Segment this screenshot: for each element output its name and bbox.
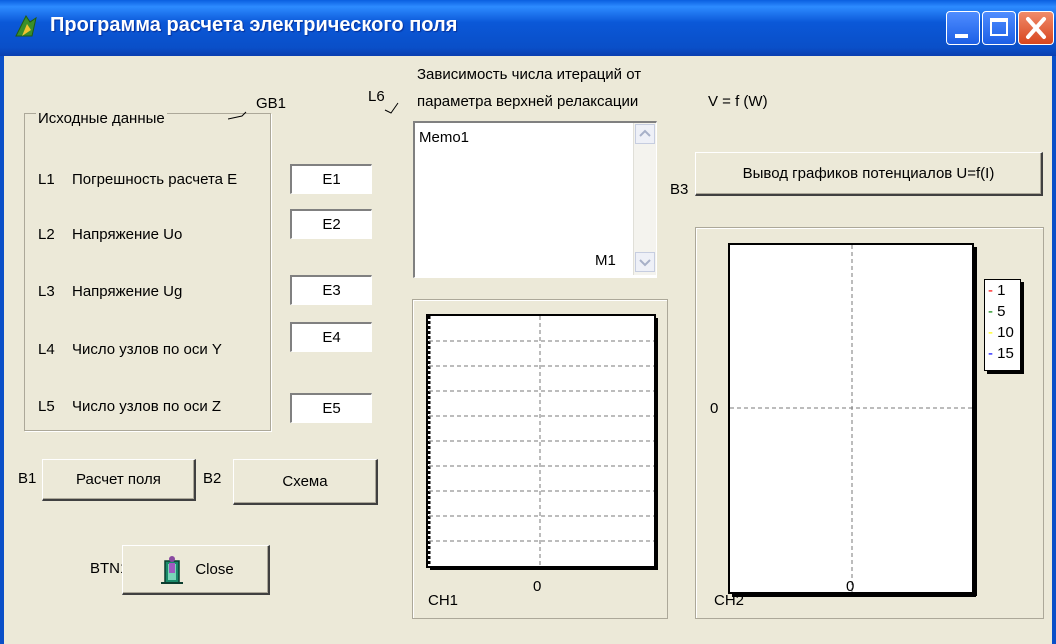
ch1-name: CH1 <box>428 592 459 609</box>
minimize-button[interactable] <box>946 11 980 45</box>
button-tag-b3: B3 <box>670 181 689 198</box>
legend-swatch: - <box>988 324 998 341</box>
field-label-ug: Напряжение Ug <box>72 283 183 300</box>
legend-swatch: - <box>988 345 998 362</box>
field-label-nodes-z: Число узлов по оси Z <box>72 398 222 415</box>
minimize-icon <box>955 34 968 38</box>
legend-swatch: - <box>988 303 998 320</box>
window-frame-right <box>1052 56 1056 644</box>
scheme-button[interactable]: Схема <box>233 459 378 505</box>
memo-text: Memo1 <box>419 129 470 146</box>
l6-line2: параметра верхней релаксации <box>417 93 639 110</box>
maximize-button[interactable] <box>982 11 1016 45</box>
l6-line1: Зависимость числа итераций от <box>417 66 642 83</box>
ch1-x-tick-label: 0 <box>533 578 542 595</box>
memo-scrollbar[interactable] <box>633 123 656 275</box>
ch2-legend: - 1- 5- 10- 15 <box>984 279 1021 371</box>
ch2-name: CH2 <box>714 592 745 609</box>
groupbox-tag: GB1 <box>256 95 287 112</box>
button-tag-b1: B1 <box>18 470 37 487</box>
chart-ch2 <box>728 243 977 597</box>
field-label-nodes-y: Число узлов по оси Y <box>72 341 222 358</box>
l6-tag-pointer <box>384 102 399 114</box>
groupbox-caption: Исходные данные <box>36 110 167 127</box>
plot-potentials-button[interactable]: Вывод графиков потенциалов U=f(I) <box>695 152 1043 196</box>
field-tag-l3: L3 <box>38 283 55 300</box>
close-window-button[interactable] <box>1018 11 1054 45</box>
calculate-field-button[interactable]: Расчет поля <box>42 459 196 501</box>
door-exit-icon <box>161 555 184 584</box>
maximize-icon <box>990 18 1008 36</box>
ug-input[interactable]: E3 <box>290 275 372 305</box>
legend-label: 5 <box>997 303 1006 320</box>
scroll-down-button[interactable] <box>635 252 655 272</box>
nodes-y-input[interactable]: E4 <box>290 322 372 352</box>
legend-item: - 10 <box>988 324 1014 341</box>
input-groupbox <box>24 113 271 431</box>
legend-item: - 1 <box>988 282 1006 299</box>
label-tag-l6: L6 <box>368 88 385 105</box>
field-tag-l5: L5 <box>38 398 55 415</box>
field-tag-l4: L4 <box>38 341 55 358</box>
calculate-field-button-label: Расчет поля <box>76 471 161 488</box>
groupbox-tag-pointer <box>228 111 247 120</box>
uo-input[interactable]: E2 <box>290 209 372 239</box>
scroll-up-button[interactable] <box>635 124 655 144</box>
plot-potentials-button-label: Вывод графиков потенциалов U=f(I) <box>742 165 995 182</box>
ch2-x-tick-label: 0 <box>846 578 855 595</box>
legend-item: - 15 <box>988 345 1014 362</box>
window-frame-left <box>0 56 4 644</box>
nodes-z-input[interactable]: E5 <box>290 393 372 423</box>
error-input[interactable]: E1 <box>290 164 372 194</box>
field-label-uo: Напряжение Uo <box>72 226 183 243</box>
close-button[interactable]: Close <box>122 545 270 595</box>
button-tag-b2: B2 <box>203 470 222 487</box>
l6-formula: V = f (W) <box>708 93 768 110</box>
memo-box[interactable]: Memo1 M1 <box>413 121 657 278</box>
legend-swatch: - <box>988 282 998 299</box>
field-tag-l2: L2 <box>38 226 55 243</box>
close-icon <box>1026 17 1046 39</box>
app-icon <box>15 15 37 37</box>
legend-label: 1 <box>997 282 1006 299</box>
legend-label: 10 <box>997 324 1014 341</box>
chevron-up-icon <box>639 129 651 137</box>
field-tag-l1: L1 <box>38 171 55 188</box>
legend-label: 15 <box>997 345 1014 362</box>
scheme-button-label: Схема <box>282 473 328 490</box>
window-title: Программа расчета электрического поля <box>50 14 458 36</box>
memo-tag: M1 <box>595 252 616 269</box>
ch2-plot-area <box>728 243 974 594</box>
ch2-y-tick-label: 0 <box>710 400 719 417</box>
chevron-down-icon <box>639 259 651 267</box>
legend-item: - 5 <box>988 303 1006 320</box>
chart-ch1 <box>426 314 658 570</box>
field-label-error: Погрешность расчета E <box>72 171 238 188</box>
close-button-label: Close <box>195 561 234 578</box>
